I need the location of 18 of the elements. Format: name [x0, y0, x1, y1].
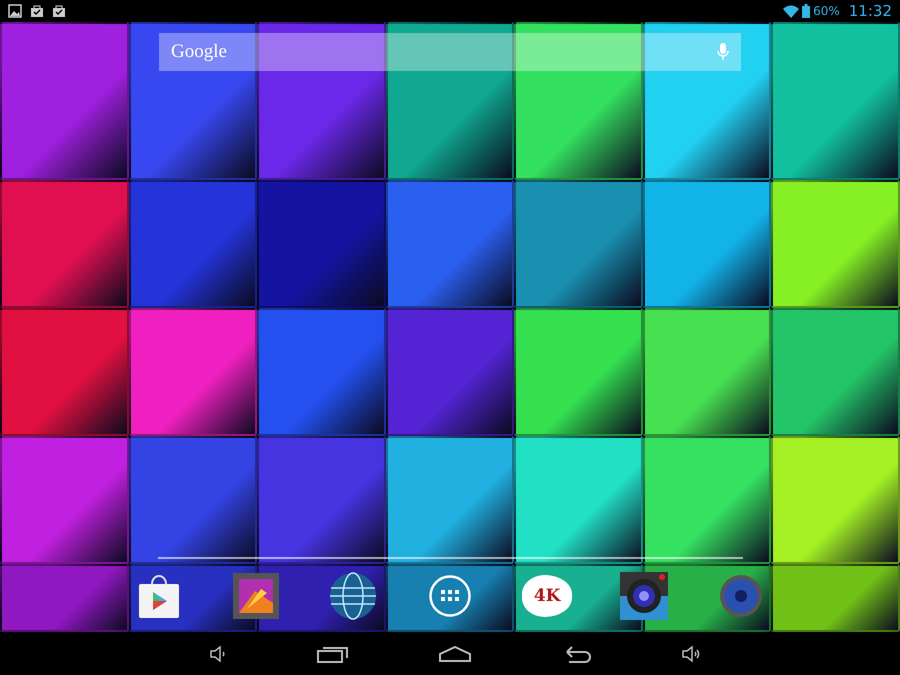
shopping-bag-check-icon — [52, 4, 66, 18]
icon-label: 4K — [534, 586, 560, 606]
camera-lens-icon[interactable] — [620, 572, 668, 620]
gallery-icon[interactable] — [232, 572, 279, 618]
search-label: Google — [171, 41, 227, 63]
volume-up-icon[interactable] — [681, 644, 701, 662]
home-icon[interactable] — [439, 646, 471, 662]
speaker-icon[interactable] — [719, 574, 764, 618]
volume-down-icon[interactable] — [209, 644, 227, 662]
battery-icon — [802, 4, 810, 18]
recent-apps-icon[interactable] — [317, 644, 349, 662]
battery-percentage: 60% — [813, 4, 840, 18]
globe-icon[interactable] — [328, 572, 377, 620]
wifi-icon — [783, 4, 800, 18]
image-notification-icon — [8, 4, 22, 18]
clock-time: 11:32 — [848, 2, 892, 20]
shopping-bag-check-icon — [30, 4, 44, 18]
app-drawer-icon[interactable] — [428, 574, 471, 616]
